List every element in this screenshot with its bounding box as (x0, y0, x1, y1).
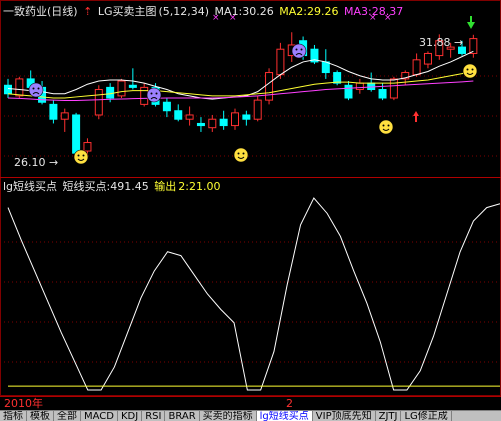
candle-up (423, 52, 432, 65)
tab-1[interactable]: 模板 (27, 411, 54, 421)
tab-11[interactable]: LG修正成 (401, 411, 452, 421)
candle-down (106, 86, 115, 99)
candle-up (83, 142, 92, 152)
tab-4[interactable]: KDJ (118, 411, 143, 421)
candle-up (94, 89, 103, 116)
candle-down (49, 103, 58, 120)
candle-down (344, 84, 353, 99)
main-chart-header: 一致药业(日线) ⇡ LG买卖主图 (5,12,34) MA1:30.26 MA2… (3, 5, 405, 18)
green-down-arrow-icon (467, 22, 475, 29)
sad-face-sell-icon (146, 87, 162, 103)
tab-8[interactable]: lg短线买点 (256, 411, 313, 421)
candle-down (72, 114, 81, 154)
indicator-line-0 (7, 197, 501, 391)
sad-face-sell-icon (28, 82, 44, 98)
tab-10[interactable]: ZJTJ (376, 411, 402, 421)
smiley-buy-icon (378, 119, 394, 135)
candle-up (231, 112, 239, 127)
stock-chart-window: × × × × 一致药业(日线) ⇡ LG买卖主图 (5,12,34) MA1:30.2… (0, 0, 501, 421)
candle-up (412, 59, 421, 76)
candle-down (174, 110, 183, 120)
main-indicator-params: (5,12,34) (158, 5, 210, 18)
tab-2[interactable]: 全部 (54, 411, 81, 421)
ma2-label: MA2:29.26 (279, 5, 339, 18)
candle-up (276, 48, 285, 76)
output-label: 输出 (154, 180, 177, 193)
tab-3[interactable]: MACD (81, 411, 118, 421)
candle-down (196, 122, 205, 127)
candle-down (4, 84, 12, 95)
chart-canvas[interactable]: × × × × (0, 0, 501, 421)
main-indicator-name[interactable]: LG买卖主图 (98, 5, 157, 18)
smiley-buy-icon (462, 63, 478, 79)
candle-down (219, 118, 228, 127)
high-price-annotation: 31.88 → (419, 36, 464, 49)
tab-0[interactable]: 指标 (0, 411, 27, 421)
candle-down (378, 89, 387, 99)
year-label: 2010年 (4, 397, 43, 410)
indicator-tab-bar: 指标 模板 全部 MACD KDJ RSI BRAR 买卖的指标 lg短线买点 VIP顶底先知 ZJ… (0, 410, 501, 421)
candle-up (355, 82, 364, 91)
stock-title: 一致药业(日线) (3, 5, 78, 18)
candle-up (15, 78, 24, 97)
candle-up (140, 86, 149, 105)
candle-up (253, 99, 262, 120)
candle-down (128, 84, 137, 88)
time-axis: 2010年 2 (0, 396, 501, 411)
indicator-header: lg短线买点 短线买点:491.45 输出 2:21.00 (3, 180, 222, 193)
candle-down (321, 61, 330, 74)
indicator-value: 短线买点:491.45 (62, 180, 149, 193)
ma-line-ma3 (7, 80, 474, 102)
candle-up (117, 80, 126, 97)
sad-face-sell-icon (291, 43, 307, 59)
candle-up (469, 38, 478, 54)
smiley-buy-icon (233, 147, 249, 163)
red-up-arrow-icon (413, 111, 419, 116)
candle-up (389, 78, 398, 99)
tab-9[interactable]: VIP顶底先知 (313, 411, 376, 421)
ma1-label: MA1:30.26 (214, 5, 274, 18)
indicator-name[interactable]: lg短线买点 (3, 180, 57, 193)
candle-down (333, 72, 342, 84)
tab-6[interactable]: BRAR (165, 411, 200, 421)
candle-up (265, 72, 274, 101)
smiley-buy-icon (73, 149, 89, 165)
low-price-annotation: 26.10 → (14, 156, 59, 169)
ma3-label: MA3:28.37 (343, 5, 404, 18)
tab-5[interactable]: RSI (142, 411, 166, 421)
candle-up (208, 118, 217, 129)
output-value: 2:21.00 (178, 180, 221, 193)
candle-up (185, 114, 194, 120)
month-label: 2 (286, 397, 293, 410)
candle-down (242, 114, 251, 120)
candle-down (162, 101, 171, 112)
red-up-arrow-icon: ⇡ (83, 5, 93, 18)
tab-7[interactable]: 买卖的指标 (200, 411, 257, 421)
candle-up (60, 112, 69, 120)
